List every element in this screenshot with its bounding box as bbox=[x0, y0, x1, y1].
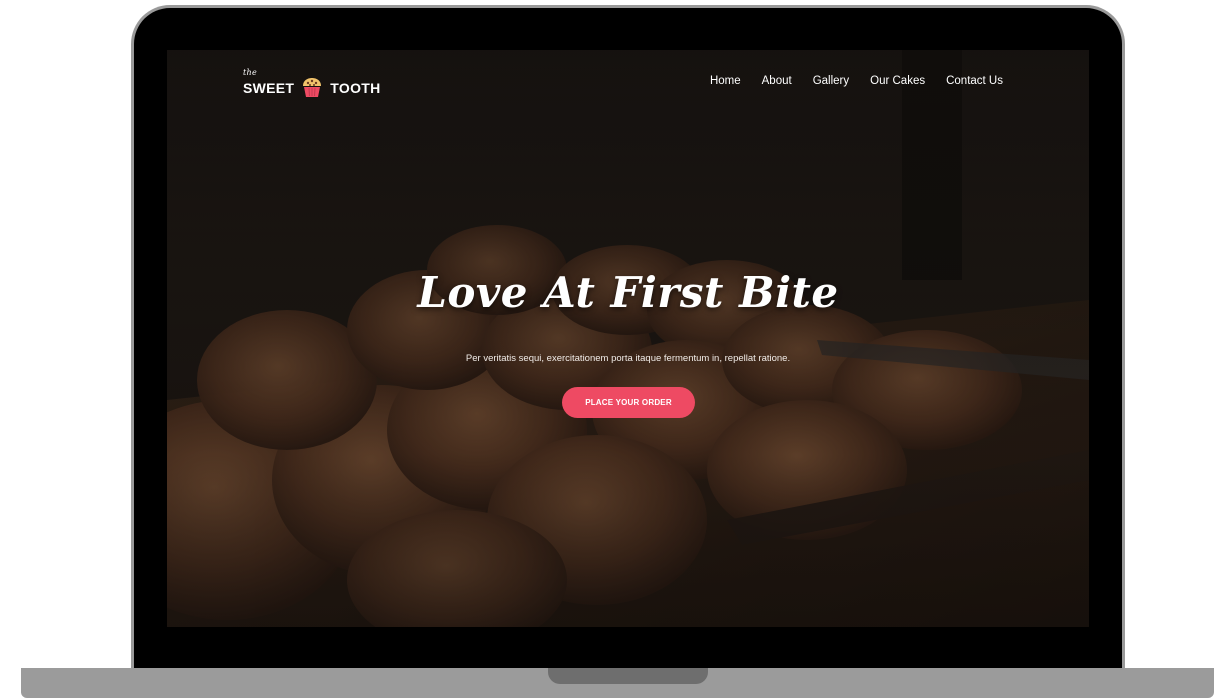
nav-link-our-cakes[interactable]: Our Cakes bbox=[870, 75, 925, 87]
nav-link-home[interactable]: Home bbox=[710, 75, 741, 87]
nav-link-gallery[interactable]: Gallery bbox=[813, 75, 849, 87]
top-nav: the SWEET TOOTH Home About Gallery Our C… bbox=[167, 50, 1089, 116]
laptop-screen: the SWEET TOOTH Home About Gallery Our C… bbox=[167, 50, 1089, 627]
brand-prefix: the bbox=[243, 68, 258, 77]
hero-subtitle: Per veritatis sequi, exercitationem port… bbox=[465, 353, 791, 364]
nav-menu: Home About Gallery Our Cakes Contact Us bbox=[710, 75, 1003, 87]
brand-logo[interactable]: the SWEET TOOTH bbox=[243, 68, 381, 98]
hero-overlay bbox=[167, 50, 1089, 627]
hero-title: Love At First Bite bbox=[417, 268, 839, 317]
page: the SWEET TOOTH Home About Gallery Our C… bbox=[0, 0, 1214, 698]
nav-link-about[interactable]: About bbox=[762, 75, 792, 87]
nav-link-contact-us[interactable]: Contact Us bbox=[946, 75, 1003, 87]
cupcake-icon bbox=[303, 78, 322, 97]
place-order-button[interactable]: PLACE YOUR ORDER bbox=[562, 387, 695, 418]
brand-name-left: SWEET bbox=[243, 80, 295, 96]
laptop-hinge-notch bbox=[548, 668, 708, 684]
brand-name-right: TOOTH bbox=[330, 80, 381, 96]
